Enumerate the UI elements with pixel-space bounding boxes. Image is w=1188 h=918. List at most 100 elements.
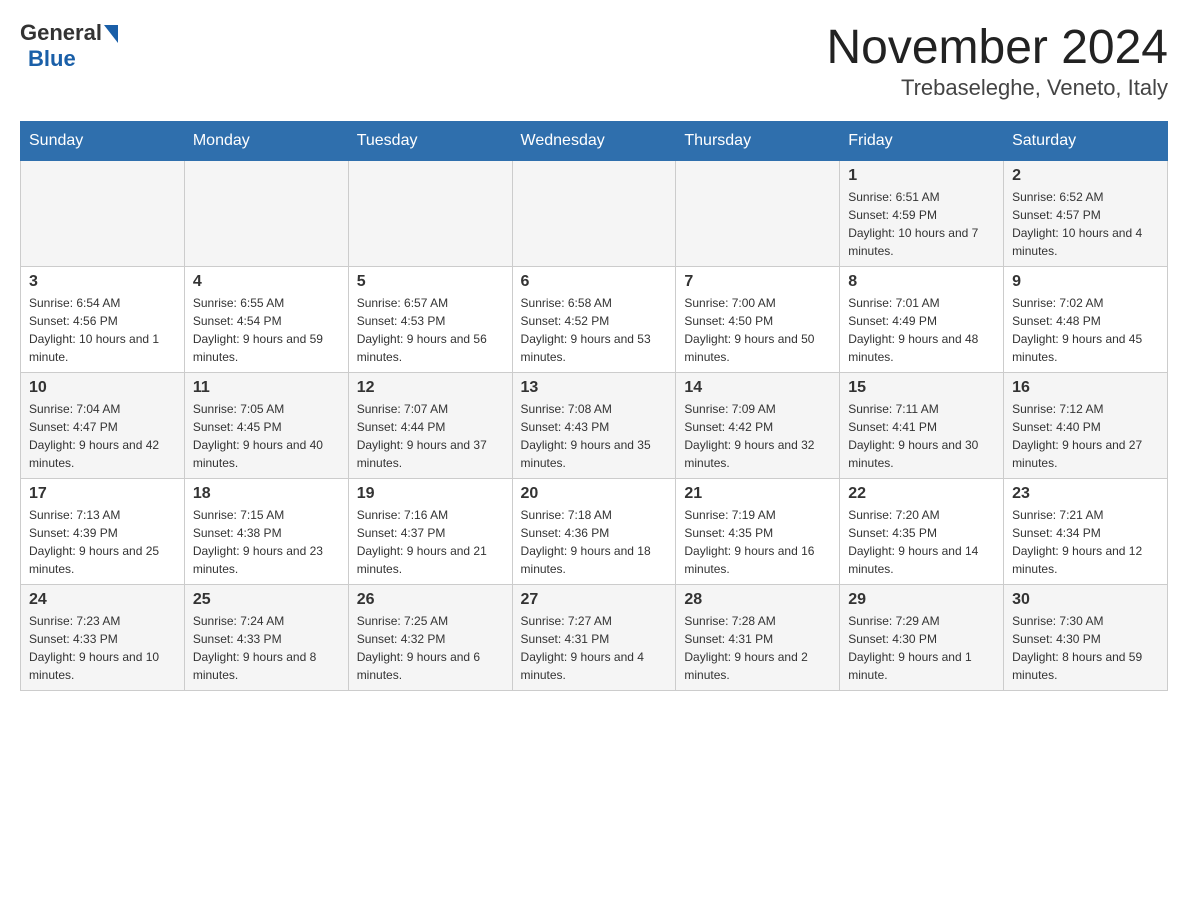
calendar-day-cell: 2Sunrise: 6:52 AM Sunset: 4:57 PM Daylig…	[1004, 161, 1168, 267]
day-info: Sunrise: 7:11 AM Sunset: 4:41 PM Dayligh…	[848, 400, 995, 472]
location-title: Trebaseleghe, Veneto, Italy	[826, 75, 1168, 101]
day-info: Sunrise: 7:04 AM Sunset: 4:47 PM Dayligh…	[29, 400, 176, 472]
day-info: Sunrise: 7:07 AM Sunset: 4:44 PM Dayligh…	[357, 400, 504, 472]
day-info: Sunrise: 7:25 AM Sunset: 4:32 PM Dayligh…	[357, 612, 504, 684]
calendar-day-cell: 6Sunrise: 6:58 AM Sunset: 4:52 PM Daylig…	[512, 267, 676, 373]
calendar-week-row: 3 Sunrise: 6:54 AM Sunset: 4:56 PM Daylig…	[21, 267, 1168, 373]
day-number: 22	[848, 485, 995, 503]
calendar-day-cell	[676, 161, 840, 267]
day-number: 26	[357, 591, 504, 609]
day-info: Sunrise: 6:51 AM Sunset: 4:59 PM Dayligh…	[848, 188, 995, 260]
day-number: 25	[193, 591, 340, 609]
day-number: 4	[193, 273, 340, 291]
page-header: General Blue November 2024 Trebaseleghe,…	[20, 20, 1168, 101]
calendar-day-cell: 26 Sunrise: 7:25 AM Sunset: 4:32 PM Dayli…	[348, 585, 512, 691]
calendar-week-row: 10 Sunrise: 7:04 AM Sunset: 4:47 PM Dayli…	[21, 373, 1168, 479]
day-number: 20	[521, 485, 668, 503]
calendar-day-cell: 9 Sunrise: 7:02 AM Sunset: 4:48 PM Daylig…	[1004, 267, 1168, 373]
weekday-header: Monday	[184, 122, 348, 161]
day-number: 12	[357, 379, 504, 397]
month-title: November 2024	[826, 20, 1168, 75]
day-number: 6	[521, 273, 668, 291]
day-info: Sunrise: 7:21 AM Sunset: 4:34 PM Dayligh…	[1012, 506, 1159, 578]
calendar-day-cell: 22 Sunrise: 7:20 AM Sunset: 4:35 PM Dayli…	[840, 479, 1004, 585]
day-info: Sunrise: 7:13 AM Sunset: 4:39 PM Dayligh…	[29, 506, 176, 578]
day-info: Sunrise: 7:30 AM Sunset: 4:30 PM Dayligh…	[1012, 612, 1159, 684]
calendar-day-cell: 5 Sunrise: 6:57 AM Sunset: 4:53 PM Daylig…	[348, 267, 512, 373]
calendar-day-cell: 25 Sunrise: 7:24 AM Sunset: 4:33 PM Dayli…	[184, 585, 348, 691]
day-number: 17	[29, 485, 176, 503]
calendar-day-cell: 21 Sunrise: 7:19 AM Sunset: 4:35 PM Dayli…	[676, 479, 840, 585]
day-info: Sunrise: 7:00 AM Sunset: 4:50 PM Dayligh…	[684, 294, 831, 366]
day-info: Sunrise: 6:57 AM Sunset: 4:53 PM Dayligh…	[357, 294, 504, 366]
calendar-day-cell: 3 Sunrise: 6:54 AM Sunset: 4:56 PM Daylig…	[21, 267, 185, 373]
day-info: Sunrise: 7:01 AM Sunset: 4:49 PM Dayligh…	[848, 294, 995, 366]
calendar-day-cell	[21, 161, 185, 267]
calendar-day-cell	[184, 161, 348, 267]
day-number: 27	[521, 591, 668, 609]
calendar-day-cell: 8Sunrise: 7:01 AM Sunset: 4:49 PM Daylig…	[840, 267, 1004, 373]
title-section: November 2024 Trebaseleghe, Veneto, Ital…	[826, 20, 1168, 101]
day-number: 19	[357, 485, 504, 503]
day-number: 3	[29, 273, 176, 291]
day-info: Sunrise: 7:24 AM Sunset: 4:33 PM Dayligh…	[193, 612, 340, 684]
day-number: 28	[684, 591, 831, 609]
day-info: Sunrise: 7:27 AM Sunset: 4:31 PM Dayligh…	[521, 612, 668, 684]
calendar-day-cell: 14 Sunrise: 7:09 AM Sunset: 4:42 PM Dayli…	[676, 373, 840, 479]
calendar-day-cell: 24 Sunrise: 7:23 AM Sunset: 4:33 PM Dayli…	[21, 585, 185, 691]
logo-blue-text: Blue	[28, 46, 76, 72]
calendar-day-cell	[348, 161, 512, 267]
calendar-day-cell: 11 Sunrise: 7:05 AM Sunset: 4:45 PM Dayli…	[184, 373, 348, 479]
day-number: 23	[1012, 485, 1159, 503]
logo-general-text: General	[20, 20, 102, 46]
day-number: 18	[193, 485, 340, 503]
weekday-header: Tuesday	[348, 122, 512, 161]
calendar-week-row: 17 Sunrise: 7:13 AM Sunset: 4:39 PM Dayli…	[21, 479, 1168, 585]
weekday-header: Sunday	[21, 122, 185, 161]
day-number: 5	[357, 273, 504, 291]
calendar-day-cell: 4 Sunrise: 6:55 AM Sunset: 4:54 PM Daylig…	[184, 267, 348, 373]
calendar-day-cell: 16Sunrise: 7:12 AM Sunset: 4:40 PM Dayli…	[1004, 373, 1168, 479]
weekday-header: Wednesday	[512, 122, 676, 161]
day-number: 14	[684, 379, 831, 397]
calendar-day-cell: 10 Sunrise: 7:04 AM Sunset: 4:47 PM Dayli…	[21, 373, 185, 479]
calendar-day-cell: 28 Sunrise: 7:28 AM Sunset: 4:31 PM Dayli…	[676, 585, 840, 691]
calendar-day-cell: 17 Sunrise: 7:13 AM Sunset: 4:39 PM Dayli…	[21, 479, 185, 585]
calendar-day-cell: 12 Sunrise: 7:07 AM Sunset: 4:44 PM Dayli…	[348, 373, 512, 479]
day-number: 13	[521, 379, 668, 397]
calendar-day-cell: 30 Sunrise: 7:30 AM Sunset: 4:30 PM Dayli…	[1004, 585, 1168, 691]
day-number: 7	[684, 273, 831, 291]
day-info: Sunrise: 7:20 AM Sunset: 4:35 PM Dayligh…	[848, 506, 995, 578]
calendar-day-cell: 29Sunrise: 7:29 AM Sunset: 4:30 PM Dayli…	[840, 585, 1004, 691]
day-info: Sunrise: 7:19 AM Sunset: 4:35 PM Dayligh…	[684, 506, 831, 578]
calendar-day-cell: 20Sunrise: 7:18 AM Sunset: 4:36 PM Dayli…	[512, 479, 676, 585]
day-info: Sunrise: 7:09 AM Sunset: 4:42 PM Dayligh…	[684, 400, 831, 472]
calendar-day-cell: 7 Sunrise: 7:00 AM Sunset: 4:50 PM Daylig…	[676, 267, 840, 373]
day-info: Sunrise: 6:55 AM Sunset: 4:54 PM Dayligh…	[193, 294, 340, 366]
day-number: 16	[1012, 379, 1159, 397]
calendar-day-cell: 13 Sunrise: 7:08 AM Sunset: 4:43 PM Dayli…	[512, 373, 676, 479]
day-number: 29	[848, 591, 995, 609]
day-number: 10	[29, 379, 176, 397]
day-info: Sunrise: 6:54 AM Sunset: 4:56 PM Dayligh…	[29, 294, 176, 366]
day-info: Sunrise: 7:05 AM Sunset: 4:45 PM Dayligh…	[193, 400, 340, 472]
day-number: 11	[193, 379, 340, 397]
day-info: Sunrise: 7:28 AM Sunset: 4:31 PM Dayligh…	[684, 612, 831, 684]
calendar-week-row: 24 Sunrise: 7:23 AM Sunset: 4:33 PM Dayli…	[21, 585, 1168, 691]
calendar-day-cell: 19 Sunrise: 7:16 AM Sunset: 4:37 PM Dayli…	[348, 479, 512, 585]
day-info: Sunrise: 7:23 AM Sunset: 4:33 PM Dayligh…	[29, 612, 176, 684]
calendar-table: SundayMondayTuesdayWednesdayThursdayFrid…	[20, 121, 1168, 691]
day-number: 15	[848, 379, 995, 397]
day-number: 21	[684, 485, 831, 503]
weekday-header: Saturday	[1004, 122, 1168, 161]
logo-arrow-icon	[104, 25, 118, 43]
calendar-day-cell: 18Sunrise: 7:15 AM Sunset: 4:38 PM Dayli…	[184, 479, 348, 585]
day-number: 30	[1012, 591, 1159, 609]
day-number: 9	[1012, 273, 1159, 291]
calendar-week-row: 1Sunrise: 6:51 AM Sunset: 4:59 PM Daylig…	[21, 161, 1168, 267]
day-number: 24	[29, 591, 176, 609]
day-info: Sunrise: 7:08 AM Sunset: 4:43 PM Dayligh…	[521, 400, 668, 472]
day-info: Sunrise: 7:02 AM Sunset: 4:48 PM Dayligh…	[1012, 294, 1159, 366]
day-number: 2	[1012, 167, 1159, 185]
day-info: Sunrise: 7:16 AM Sunset: 4:37 PM Dayligh…	[357, 506, 504, 578]
